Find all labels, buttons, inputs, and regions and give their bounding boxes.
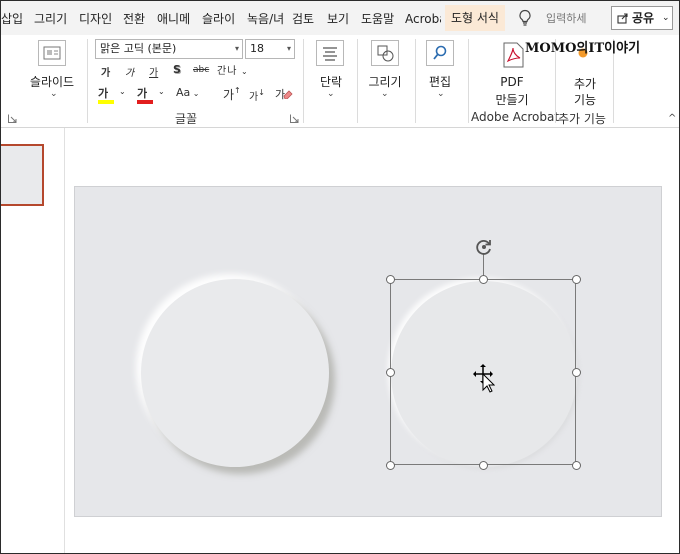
tab-draw[interactable]: 그리기 [34,9,67,29]
tab-review[interactable]: 검토 [292,9,314,29]
clear-formatting-button[interactable]: 가 [275,86,293,102]
underline-button[interactable]: 가 [149,64,158,79]
chevron-down-icon: ▾ [234,44,239,53]
font-color-button[interactable]: 가 [137,85,153,104]
paragraph-button[interactable]: 단락 [311,73,351,90]
new-slide-icon[interactable] [38,40,66,66]
drawing-button[interactable]: 그리기 [361,73,409,90]
powerpoint-window: 삽입 그리기 디자인 전환 애니메 슬라이 녹음/녀 검토 보기 도움말 Acr… [0,0,680,554]
group-separator [303,39,304,123]
share-button[interactable]: 공유 ⌄ [611,6,673,30]
resize-handle-bottom-left[interactable] [386,461,395,470]
font-size-value: 18 [250,42,264,55]
highlight-color-swatch [98,100,114,104]
chevron-down-icon[interactable]: ⌄ [381,89,389,99]
collapse-ribbon-icon[interactable]: ^ [668,113,676,124]
change-case-glyph: Aa [176,86,191,99]
resize-handle-bottom-right[interactable] [572,461,581,470]
increase-font-glyph: 가 [223,88,235,102]
chevron-down-icon[interactable]: ⌄ [437,89,445,99]
font-color-swatch [137,100,153,104]
acrobat-group-label: Adobe Acrobat [471,110,560,124]
acrobat-pdf-icon [503,42,524,68]
new-slide-button[interactable]: 슬라이드 [21,73,83,90]
group-separator [468,39,469,123]
tell-me-input[interactable]: 입력하세 [546,10,586,26]
tab-record[interactable]: 녹음/녀 [247,9,287,29]
tab-design[interactable]: 디자인 [79,9,112,29]
chevron-down-icon: ⌄ [190,89,200,98]
bold-button[interactable]: 가 [101,64,110,79]
chevron-down-icon[interactable]: ⌄ [119,87,126,96]
share-label: 공유 [632,11,655,25]
add-ins-group-label: 추가 기능 [558,112,606,126]
tab-shape-format[interactable]: 도형 서식 [445,5,505,31]
highlight-glyph: 가 [98,87,109,100]
character-spacing-label: 간나 [217,66,238,77]
watermark: MOMO의IT이야기 [525,37,640,56]
resize-handle-bottom[interactable] [479,461,488,470]
paragraph-icon[interactable] [316,40,344,66]
chevron-down-icon: ⌄ [662,13,670,23]
group-separator [87,39,88,123]
chevron-down-icon[interactable]: ⌄ [158,87,165,96]
strikethrough-button[interactable]: abc [193,65,209,75]
resize-handle-right[interactable] [572,368,581,377]
move-cursor-icon [473,364,495,393]
shadow-button[interactable]: S [173,63,181,76]
tab-slideshow[interactable]: 슬라이 [202,9,235,29]
resize-handle-left[interactable] [386,368,395,377]
rotate-handle-icon[interactable] [474,237,494,257]
slide-thumbnail[interactable] [1,144,44,206]
chevron-down-icon: ▾ [286,44,291,53]
tab-transitions[interactable]: 전환 [123,9,145,29]
add-ins-line2[interactable]: 기능 [563,91,607,108]
change-case-button[interactable]: Aa ⌄ [176,86,200,99]
tab-animations[interactable]: 애니메 [157,9,190,29]
resize-handle-top-left[interactable] [386,275,395,284]
highlight-color-button[interactable]: 가 [98,85,114,104]
chevron-down-icon: ⌄ [237,67,249,76]
slides-launcher-icon[interactable] [8,114,17,123]
ribbon-tabs: 삽입 그리기 디자인 전환 애니메 슬라이 녹음/녀 검토 보기 도움말 Acr… [1,1,679,35]
font-color-glyph: 가 [137,87,148,100]
tab-help[interactable]: 도움말 [361,9,394,29]
editing-button[interactable]: 편집 [421,73,459,90]
tab-view[interactable]: 보기 [327,9,349,29]
arrow-down-icon: ↓ [258,88,265,97]
increase-font-button[interactable]: 가↑ [223,86,241,103]
share-icon [617,13,628,24]
font-name-value: 맑은 고딕 (본문) [100,42,177,55]
lightbulb-icon[interactable] [517,9,533,27]
add-ins-line1[interactable]: 추가 [563,75,607,92]
create-pdf-line2[interactable]: 만들기 [481,91,543,108]
arrow-up-icon: ↑ [234,86,241,95]
resize-handle-top[interactable] [479,275,488,284]
tab-acrobat[interactable]: Acroba [405,9,441,29]
resize-handle-top-right[interactable] [572,275,581,284]
create-pdf-line1[interactable]: PDF [481,75,543,89]
decrease-font-glyph: 가 [249,92,259,103]
drawing-shapes-icon[interactable] [371,40,399,66]
raised-circle-shape[interactable] [141,279,329,467]
group-separator [415,39,416,123]
font-group-label: 글꼴 [175,112,198,126]
new-slide-dropdown-icon[interactable]: ⌄ [50,89,58,99]
eraser-icon [283,90,293,99]
watermark-text: MOMO의IT이야기 [525,41,641,56]
ribbon: 슬라이드 ⌄ 맑은 고딕 (본문) ▾ 18 ▾ 가 가 가 S abc 간나 … [1,35,679,128]
font-name-combo[interactable]: 맑은 고딕 (본문) ▾ [95,39,243,59]
tab-insert[interactable]: 삽입 [1,9,23,29]
italic-button[interactable]: 가 [125,64,134,79]
slide-thumbnail-pane[interactable] [1,128,65,553]
font-launcher-icon[interactable] [290,114,299,123]
decrease-font-button[interactable]: 가↓ [249,88,265,103]
search-icon[interactable] [426,40,454,66]
font-size-combo[interactable]: 18 ▾ [245,39,295,59]
chevron-down-icon[interactable]: ⌄ [327,89,335,99]
character-spacing-button[interactable]: 간나 ⌄ [217,62,249,77]
group-separator [357,39,358,123]
